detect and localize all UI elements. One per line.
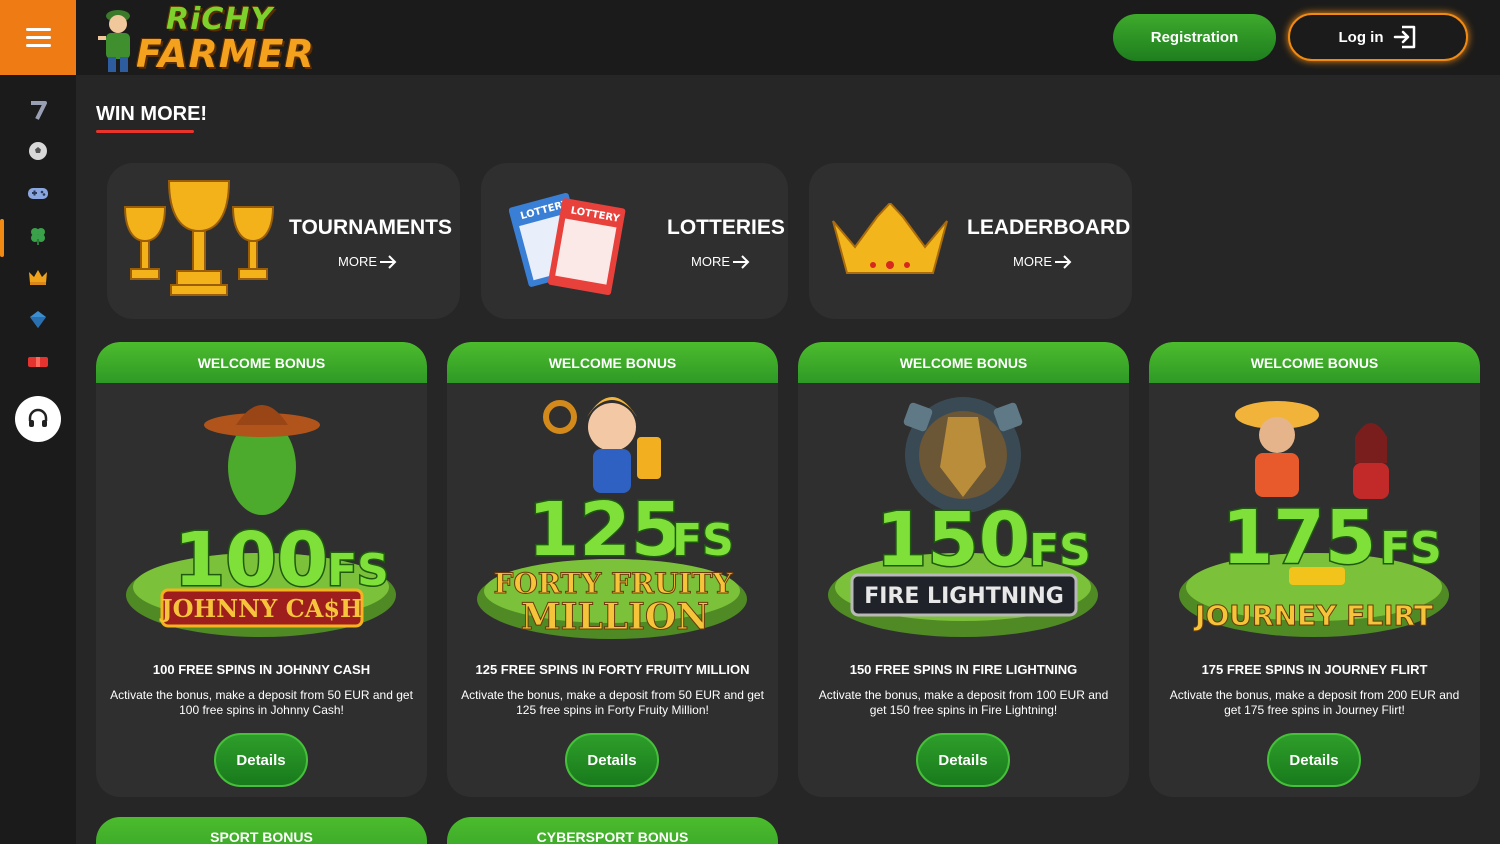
bonus-title: 100 FREE SPINS IN JOHNNY CASH (152, 662, 371, 677)
bonus-card: WELCOME BONUS 175 FS JOURNEY FLIRT 175 F… (1149, 342, 1480, 797)
login-label: Log in (1338, 28, 1384, 46)
details-button[interactable]: Details (1267, 733, 1361, 787)
soccer-ball-icon (29, 142, 47, 160)
promo-card-leaderboard[interactable]: LEADERBOARD MORE (809, 163, 1132, 319)
free-spins-count: 125 (528, 487, 682, 573)
support-button[interactable] (15, 396, 61, 442)
crown-icon (832, 203, 948, 274)
bonus-artwork-forty-fruity-million: 125 FS FORTY FRUITY MILLION (477, 397, 747, 639)
bonus-card: WELCOME BONUS 125 FS FORTY FRUITY MILLIO… (447, 342, 778, 797)
bonus-card: WELCOME BONUS 150 FS FIRE LIGHTNING 150 … (798, 342, 1129, 797)
promo-title: LOTTERIES (667, 216, 785, 239)
bonus-artwork-journey-flirt: 175 FS JOURNEY FLIRT (1179, 401, 1449, 637)
game-logo-text: FIRE LIGHTNING (864, 584, 1064, 609)
bonus-description: Activate the bonus, make a deposit from … (110, 688, 413, 717)
bonus-header: CYBERSPORT BONUS (536, 829, 689, 844)
sidebar-item-sport[interactable] (0, 133, 76, 169)
bonus-artwork-fire-lightning: 150 FS FIRE LIGHTNING (828, 397, 1098, 637)
bonus-header: WELCOME BONUS (447, 342, 778, 383)
crown-icon (29, 270, 47, 285)
free-spins-count: 150 (876, 497, 1030, 583)
bonus-header: WELCOME BONUS (1149, 342, 1480, 383)
arrow-right-icon (380, 254, 397, 269)
slot-seven-icon (31, 101, 47, 120)
clover-icon (31, 228, 45, 245)
farmer-mascot-icon (98, 10, 130, 72)
richy-farmer-logo[interactable]: RiCHY FARMER (96, 2, 314, 76)
bonus-description: Activate the bonus, make a deposit from … (1169, 688, 1460, 717)
section-underline (96, 130, 194, 133)
login-door-icon (1393, 25, 1415, 49)
bonus-title: 175 FREE SPINS IN JOURNEY FLIRT (1201, 662, 1428, 677)
headset-icon (28, 408, 48, 427)
details-button[interactable]: Details (565, 733, 659, 787)
promo-title: TOURNAMENTS (289, 216, 452, 239)
fs-suffix: FS (1029, 525, 1091, 576)
promo-more-link[interactable]: MORE (1013, 254, 1072, 269)
section-title: WIN MORE! (96, 103, 208, 125)
sidebar-item-vip[interactable] (0, 259, 76, 295)
bonus-description: Activate the bonus, make a deposit from … (461, 688, 764, 717)
bonus-header: WELCOME BONUS (96, 342, 427, 383)
sidebar-item-promotions[interactable] (0, 343, 76, 379)
details-button[interactable]: Details (916, 733, 1010, 787)
diamond-icon (30, 311, 46, 328)
sidebar-item-cybersport[interactable] (0, 175, 76, 211)
login-button[interactable]: Log in (1288, 13, 1468, 61)
more-label: MORE (338, 254, 377, 269)
details-button[interactable]: Details (214, 733, 308, 787)
logo-text-farmer: FARMER (136, 32, 315, 76)
arrow-right-icon (1055, 254, 1072, 269)
registration-button[interactable]: Registration (1113, 14, 1276, 61)
more-label: MORE (691, 254, 730, 269)
top-bar: RiCHY FARMER Registration Log in (0, 0, 1500, 76)
game-logo-text: JOURNEY FLIRT (1193, 599, 1433, 632)
gift-icon (28, 357, 48, 367)
hamburger-icon (25, 28, 51, 47)
sidebar-item-slots[interactable] (0, 92, 76, 128)
arrow-right-icon (733, 254, 750, 269)
fs-suffix: FS (672, 515, 734, 566)
sidebar-item-bonuses[interactable] (0, 301, 76, 337)
promo-card-lotteries[interactable]: LOTTERY LOTTERY LOTTERIES MORE (481, 163, 788, 319)
game-logo-text-2: MILLION (521, 596, 709, 638)
trophy-icon (123, 180, 275, 296)
sidebar-item-lucky[interactable] (0, 217, 76, 257)
promo-card-tournaments[interactable]: TOURNAMENTS MORE (107, 163, 460, 319)
more-label: MORE (1013, 254, 1052, 269)
game-logo-text: JOHNNY CA$H (159, 594, 362, 623)
bonus-artwork-johnny-cash: 100 FS JOHNNY CA$H (126, 405, 396, 637)
sidebar (0, 75, 76, 844)
bonus-title: 125 FREE SPINS IN FORTY FRUITY MILLION (475, 662, 750, 677)
bonus-header: SPORT BONUS (210, 829, 313, 844)
promo-more-link[interactable]: MORE (691, 254, 750, 269)
bonus-title: 150 FREE SPINS IN FIRE LIGHTNING (849, 662, 1078, 677)
menu-button[interactable] (0, 0, 76, 75)
lottery-ticket-icon: LOTTERY LOTTERY (509, 192, 626, 296)
sport-bonus-card: SPORT BONUS (96, 817, 427, 844)
bonus-card: WELCOME BONUS 100 FS JOHNNY CA$H 100 FRE… (96, 342, 427, 797)
gamepad-icon (28, 188, 48, 199)
promo-title: LEADERBOARD (967, 216, 1131, 239)
fs-suffix: FS (327, 545, 389, 596)
promo-more-link[interactable]: MORE (338, 254, 397, 269)
bonus-description: Activate the bonus, make a deposit from … (818, 688, 1109, 717)
bonus-header: WELCOME BONUS (798, 342, 1129, 383)
cybersport-bonus-card: CYBERSPORT BONUS (447, 817, 778, 844)
fs-suffix: FS (1380, 523, 1442, 574)
